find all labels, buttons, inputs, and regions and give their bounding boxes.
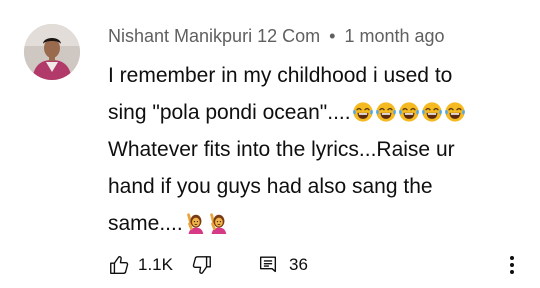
person-raising-hand-icon bbox=[184, 212, 206, 234]
comment-card: Nishant Manikpuri 12 Com • 1 month ago I… bbox=[0, 0, 540, 288]
comment-line: hand if you guys had also sang the bbox=[108, 175, 433, 198]
face-with-tears-of-joy-icon bbox=[444, 101, 466, 123]
reply-icon bbox=[259, 256, 277, 273]
reply-count: 36 bbox=[288, 255, 308, 274]
comment-line: I remember in my childhood i used to bbox=[108, 64, 453, 87]
thumbs-down-icon bbox=[192, 256, 211, 274]
face-with-tears-of-joy-icon bbox=[375, 101, 397, 123]
face-with-tears-of-joy-icon bbox=[398, 101, 420, 123]
author-name[interactable]: Nishant Manikpuri 12 Com bbox=[108, 26, 320, 46]
reply-button[interactable]: 36 bbox=[257, 254, 308, 276]
comment-text: I remember in my childhood i used to sin… bbox=[108, 57, 508, 242]
dislike-button[interactable] bbox=[191, 254, 213, 276]
comment-line-text: same.... bbox=[108, 212, 183, 235]
raising-hand-emoji-group bbox=[183, 212, 229, 235]
comment-line: sing "pola pondi ocean".... bbox=[108, 94, 508, 131]
more-vertical-icon bbox=[510, 256, 514, 274]
comment-actions: 1.1K 36 bbox=[108, 250, 308, 280]
laughing-emoji-group bbox=[351, 101, 466, 124]
comment-line-text: sing "pola pondi ocean".... bbox=[108, 101, 351, 124]
comment-line: Whatever fits into the lyrics...Raise ur bbox=[108, 138, 455, 161]
face-with-tears-of-joy-icon bbox=[421, 101, 443, 123]
meta-separator: • bbox=[329, 26, 336, 46]
like-count: 1.1K bbox=[138, 255, 173, 274]
comment-options-button[interactable] bbox=[500, 252, 524, 278]
comment-line: same.... bbox=[108, 205, 508, 242]
face-with-tears-of-joy-icon bbox=[352, 101, 374, 123]
comment-timestamp[interactable]: 1 month ago bbox=[344, 26, 444, 46]
like-button[interactable] bbox=[108, 254, 130, 276]
comment-meta: Nishant Manikpuri 12 Com • 1 month ago bbox=[108, 24, 445, 48]
person-raising-hand-icon bbox=[207, 212, 229, 234]
avatar[interactable] bbox=[24, 24, 80, 80]
thumbs-up-icon bbox=[110, 256, 129, 274]
